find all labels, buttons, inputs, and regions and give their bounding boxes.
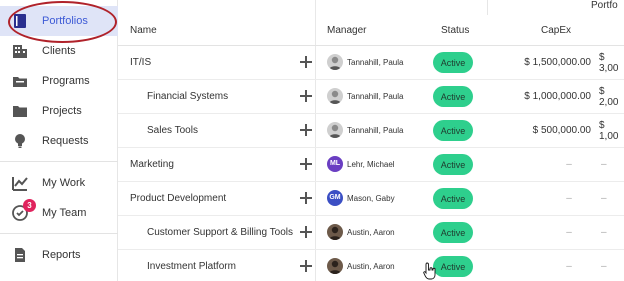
sidebar-item-my-work[interactable]: My Work xyxy=(0,168,118,198)
add-child-button[interactable] xyxy=(298,54,314,70)
add-child-button[interactable] xyxy=(298,122,314,138)
column-header-status[interactable]: Status xyxy=(441,15,469,45)
column-header-name[interactable]: Name xyxy=(130,15,157,45)
next-column-value: – xyxy=(601,261,607,272)
sidebar-item-label: Projects xyxy=(42,105,82,117)
sidebar-item-programs[interactable]: Programs xyxy=(0,66,118,96)
add-child-button[interactable] xyxy=(298,224,314,240)
avatar xyxy=(327,258,343,274)
status-badge: Active xyxy=(433,86,473,107)
table-row[interactable]: Sales Tools Tannahill, Paula Active $ 50… xyxy=(118,114,624,148)
manager-name: Tannahill, Paula xyxy=(347,92,404,101)
sidebar-divider xyxy=(0,161,118,162)
next-column-value: $ 2,00 xyxy=(599,85,619,108)
add-child-button[interactable] xyxy=(298,258,314,274)
next-column-value: $ 1,00 xyxy=(599,119,619,142)
sidebar-item-clients[interactable]: Clients xyxy=(0,36,118,66)
group-header-label: Portfo xyxy=(591,0,618,11)
manager-name: Tannahill, Paula xyxy=(347,126,404,135)
status-badge: Active xyxy=(433,52,473,73)
report-icon xyxy=(15,248,25,262)
sidebar-item-label: My Team xyxy=(42,207,87,219)
capex-value: $ 1,000,000.00 xyxy=(524,91,591,102)
sidebar-item-label: My Work xyxy=(42,177,86,189)
row-name[interactable]: IT/IS xyxy=(130,46,151,79)
sidebar: Portfolios Clients Programs Projects Req… xyxy=(0,0,118,281)
table-row[interactable]: Financial Systems Tannahill, Paula Activ… xyxy=(118,80,624,114)
row-name[interactable]: Sales Tools xyxy=(147,114,198,147)
row-name[interactable]: Product Development xyxy=(130,182,226,215)
table-row[interactable]: Investment Platform Austin, Aaron Active… xyxy=(118,250,624,281)
status-badge: Active xyxy=(433,154,473,175)
row-name[interactable]: Customer Support & Billing Tools xyxy=(147,216,293,249)
add-child-button[interactable] xyxy=(298,88,314,104)
sidebar-divider xyxy=(0,233,118,234)
folder-icon xyxy=(13,106,27,117)
row-name[interactable]: Investment Platform xyxy=(147,250,236,281)
capex-value: – xyxy=(566,261,572,272)
next-column-value: – xyxy=(601,227,607,238)
manager-name: Lehr, Michael xyxy=(347,160,395,169)
status-badge: Active xyxy=(433,256,473,277)
avatar xyxy=(327,54,343,70)
sidebar-item-label: Clients xyxy=(42,45,76,57)
table-row[interactable]: Marketing ML Lehr, Michael Active – – xyxy=(118,148,624,182)
avatar: ML xyxy=(327,156,343,172)
sidebar-item-my-team[interactable]: 3 My Team xyxy=(0,198,118,228)
column-header-capex[interactable]: CapEx xyxy=(541,15,571,45)
row-name[interactable]: Marketing xyxy=(130,148,174,181)
manager-name: Tannahill, Paula xyxy=(347,58,404,67)
capex-value: – xyxy=(566,227,572,238)
capex-value: $ 500,000.00 xyxy=(532,125,591,136)
sidebar-item-label: Portfolios xyxy=(42,15,88,27)
programs-folder-icon xyxy=(13,77,27,87)
sidebar-item-label: Reports xyxy=(42,249,81,261)
next-column-value: – xyxy=(601,193,607,204)
group-header-portfolio: Portfo xyxy=(487,0,624,15)
sidebar-item-label: Programs xyxy=(42,75,90,87)
next-column-value: $ 3,00 xyxy=(599,51,619,74)
chart-check-icon xyxy=(12,177,28,191)
table-row[interactable]: Product Development GM Mason, Gaby Activ… xyxy=(118,182,624,216)
building-icon xyxy=(13,45,27,58)
capex-value: – xyxy=(566,159,572,170)
status-badge: Active xyxy=(433,222,473,243)
table-row[interactable]: Customer Support & Billing Tools Austin,… xyxy=(118,216,624,250)
avatar: GM xyxy=(327,190,343,206)
portfolio-icon xyxy=(14,14,26,28)
sidebar-item-portfolios[interactable]: Portfolios xyxy=(0,6,118,36)
manager-name: Austin, Aaron xyxy=(347,262,395,271)
manager-name: Austin, Aaron xyxy=(347,228,395,237)
row-name[interactable]: Financial Systems xyxy=(147,80,228,113)
avatar xyxy=(327,224,343,240)
sidebar-item-projects[interactable]: Projects xyxy=(0,96,118,126)
notification-badge: 3 xyxy=(23,199,36,212)
capex-value: – xyxy=(566,193,572,204)
next-column-value: – xyxy=(601,159,607,170)
avatar xyxy=(327,122,343,138)
lightbulb-icon xyxy=(15,134,25,148)
manager-name: Mason, Gaby xyxy=(347,194,395,203)
portfolio-table: Portfo Name Manager Status CapEx IT/IS T… xyxy=(118,0,624,281)
sidebar-item-label: Requests xyxy=(42,135,89,147)
avatar xyxy=(327,88,343,104)
table-row[interactable]: IT/IS Tannahill, Paula Active $ 1,500,00… xyxy=(118,46,624,80)
column-header-manager[interactable]: Manager xyxy=(327,15,366,45)
status-badge: Active xyxy=(433,188,473,209)
add-child-button[interactable] xyxy=(298,190,314,206)
sidebar-item-reports[interactable]: Reports xyxy=(0,240,118,270)
sidebar-item-requests[interactable]: Requests xyxy=(0,126,118,156)
capex-value: $ 1,500,000.00 xyxy=(524,57,591,68)
add-child-button[interactable] xyxy=(298,156,314,172)
status-badge: Active xyxy=(433,120,473,141)
